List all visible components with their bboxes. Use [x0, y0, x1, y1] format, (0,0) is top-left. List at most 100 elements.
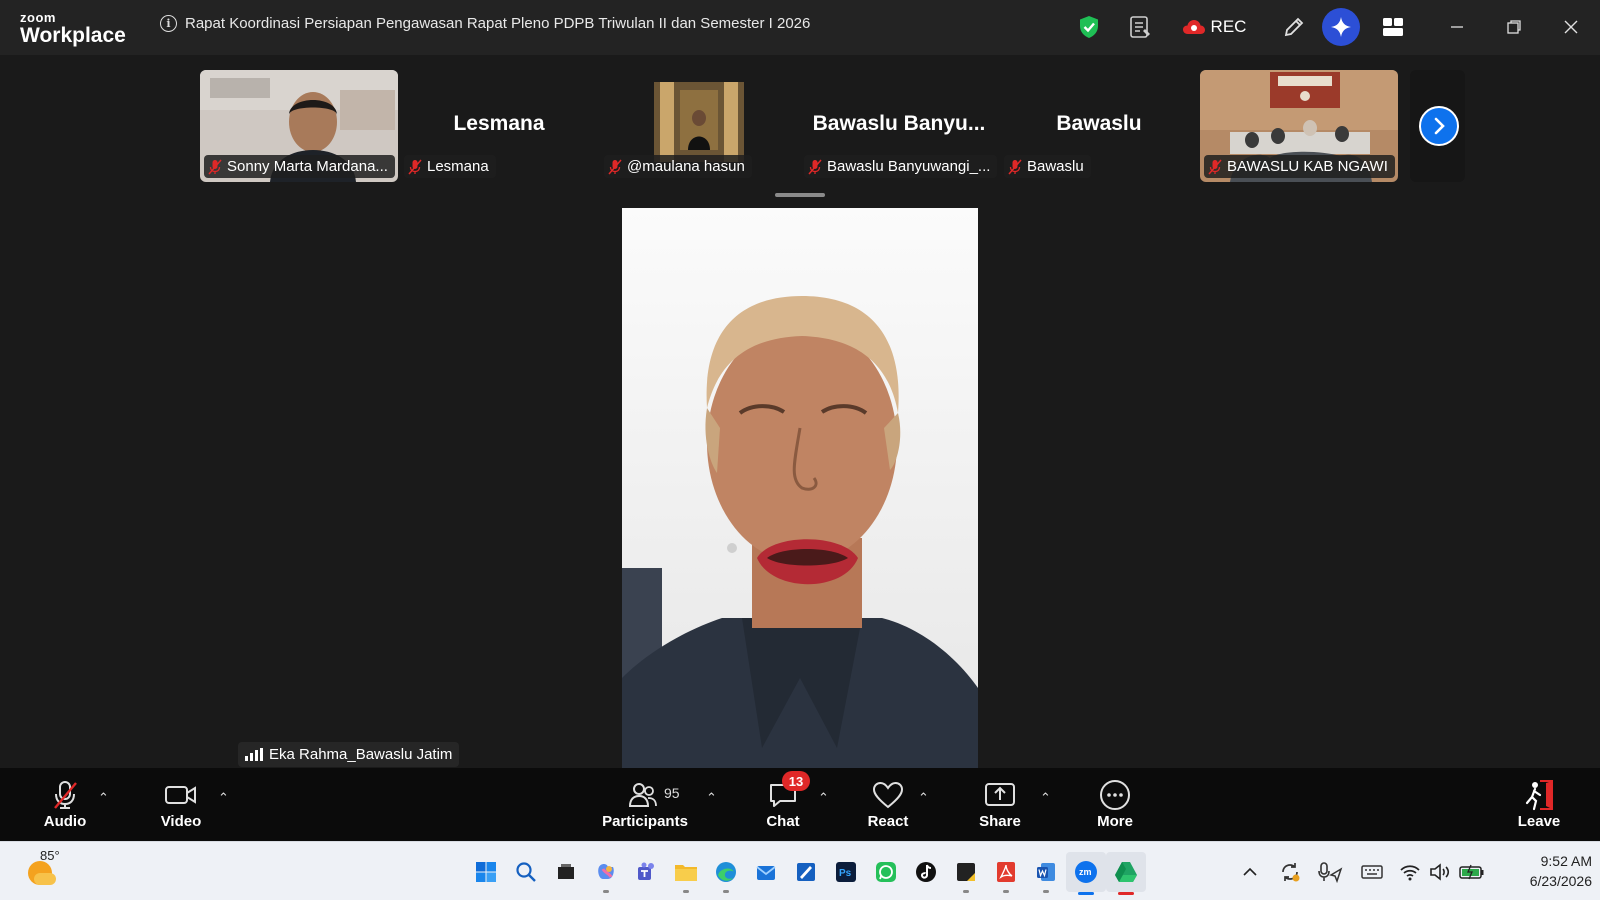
security-shield-icon[interactable]: [1077, 12, 1101, 42]
zoom-app[interactable]: zm: [1066, 852, 1106, 895]
participants-icon: [628, 783, 657, 807]
participant-tile[interactable]: Bawaslu Bawaslu: [1000, 70, 1198, 182]
camera-icon: [165, 786, 196, 804]
taskbar-search[interactable]: [506, 852, 546, 892]
chat-options-caret[interactable]: ⌃: [818, 790, 829, 806]
keyboard-tray-icon[interactable]: [1356, 852, 1388, 892]
record-indicator[interactable]: REC: [1180, 12, 1248, 42]
speaker-name: Eka Rahma_Bawaslu Jatim: [269, 746, 453, 763]
search-icon: [516, 862, 536, 882]
tiktok-app[interactable]: [906, 852, 946, 892]
participant-tile[interactable]: Bawaslu Banyu... Bawaslu Banyuwangi_...: [800, 70, 998, 182]
participant-nameplate: @maulana hasun: [604, 155, 752, 178]
task-view-app[interactable]: [546, 852, 586, 892]
edge-app[interactable]: [706, 852, 746, 893]
close-button[interactable]: [1560, 12, 1582, 42]
file-explorer-app[interactable]: [666, 852, 706, 893]
participant-tile[interactable]: Sonny Marta Mardana...: [200, 70, 398, 182]
pdf-reader-icon: [997, 862, 1015, 882]
meeting-info[interactable]: i Rapat Koordinasi Persiapan Pengawasan …: [160, 15, 810, 32]
outlook-app[interactable]: [746, 852, 786, 892]
speaker-video-frame: [622, 208, 978, 768]
weather-widget[interactable]: 85°: [24, 848, 64, 889]
minimize-button[interactable]: [1446, 12, 1468, 42]
video-button[interactable]: Video: [155, 768, 207, 841]
next-page-button[interactable]: [1419, 106, 1459, 146]
notes-app-icon: [957, 863, 975, 881]
info-icon[interactable]: i: [160, 15, 177, 32]
react-button[interactable]: React: [862, 768, 914, 841]
svg-text:Ps: Ps: [839, 868, 852, 879]
annotate-pencil-icon[interactable]: [1280, 12, 1308, 42]
apps-icon[interactable]: [1380, 12, 1406, 42]
audio-label: Audio: [43, 813, 87, 830]
taskbar-apps: Ps zm: [466, 852, 1146, 895]
voice-access-tray-icon[interactable]: [1314, 852, 1346, 892]
signal-bars-icon: [245, 748, 263, 761]
rec-label: REC: [1210, 17, 1247, 36]
participant-name: Lesmana: [427, 158, 489, 175]
muted-mic-icon: [608, 159, 622, 174]
react-options-caret[interactable]: ⌃: [918, 790, 929, 806]
teams-app[interactable]: [626, 852, 666, 892]
start-button[interactable]: [466, 852, 506, 892]
edge-browser-icon: [716, 862, 736, 882]
participant-tile[interactable]: BAWASLU KAB NGAWI: [1200, 70, 1398, 182]
share-button[interactable]: Share: [974, 768, 1026, 841]
strip-scroll-indicator[interactable]: [775, 193, 825, 197]
audio-button[interactable]: Audio: [40, 768, 90, 841]
participants-options-caret[interactable]: ⌃: [706, 790, 717, 806]
video-label: Video: [160, 813, 202, 830]
whiteboard-icon: [797, 863, 815, 881]
windows-taskbar: 85° Ps zm 9:52 AM 6/23/2026: [0, 841, 1600, 900]
running-indicator: [1043, 890, 1049, 893]
notes-icon[interactable]: [1128, 12, 1152, 42]
participant-nameplate: Sonny Marta Mardana...: [204, 155, 395, 178]
chat-button[interactable]: 13 Chat: [758, 768, 810, 841]
word-app[interactable]: [1026, 852, 1066, 893]
acrobat-app[interactable]: [986, 852, 1026, 893]
muted-mic-icon: [208, 159, 222, 174]
photoshop-app[interactable]: Ps: [826, 852, 866, 892]
leave-button[interactable]: Leave: [1514, 768, 1564, 841]
share-options-caret[interactable]: ⌃: [1040, 790, 1051, 806]
more-button[interactable]: More: [1090, 768, 1140, 841]
react-label: React: [867, 813, 909, 830]
weather-cloud-icon: [34, 873, 56, 885]
taskbar-clock[interactable]: 9:52 AM 6/23/2026: [1496, 851, 1592, 891]
participant-tile[interactable]: @maulana hasun: [600, 70, 798, 182]
copilot-app[interactable]: [586, 852, 626, 893]
participant-nameplate: Bawaslu Banyuwangi_...: [804, 155, 998, 178]
whatsapp-app[interactable]: [866, 852, 906, 892]
speaker-volume-icon: [1430, 863, 1450, 881]
clock-date: 6/23/2026: [1529, 873, 1592, 889]
drive-app[interactable]: [1106, 852, 1146, 895]
video-options-caret[interactable]: ⌃: [218, 790, 229, 806]
network-tray-icon[interactable]: [1394, 852, 1426, 892]
weather-temperature: 85°: [40, 848, 60, 863]
heart-icon: [872, 781, 904, 809]
muted-mic-icon: [808, 159, 822, 174]
chevron-up-icon: [1243, 867, 1257, 876]
ai-companion-button[interactable]: [1322, 8, 1360, 46]
participant-tile[interactable]: Lesmana Lesmana: [400, 70, 598, 182]
active-speaker-video: [622, 208, 978, 768]
show-hidden-icons-button[interactable]: [1234, 852, 1266, 892]
logo-big-text: Workplace: [20, 24, 126, 47]
restore-button[interactable]: [1503, 12, 1525, 42]
sync-tray-icon[interactable]: [1274, 852, 1306, 892]
participants-button[interactable]: 95 Participants: [600, 768, 690, 841]
muted-mic-icon: [408, 159, 422, 174]
volume-tray-icon[interactable]: [1424, 852, 1456, 892]
running-indicator: [683, 890, 689, 893]
microphone-send-icon: [1318, 862, 1343, 883]
meeting-title: Rapat Koordinasi Persiapan Pengawasan Ra…: [185, 15, 811, 32]
muted-mic-icon: [1208, 159, 1222, 174]
drive-icon: [1115, 862, 1137, 882]
chevron-right-icon: [1434, 117, 1445, 135]
audio-options-caret[interactable]: ⌃: [98, 790, 109, 806]
battery-tray-icon[interactable]: [1456, 852, 1488, 892]
pen-app[interactable]: [786, 852, 826, 892]
sparkle-icon: [1331, 17, 1351, 37]
sticky-notes-app[interactable]: [946, 852, 986, 893]
